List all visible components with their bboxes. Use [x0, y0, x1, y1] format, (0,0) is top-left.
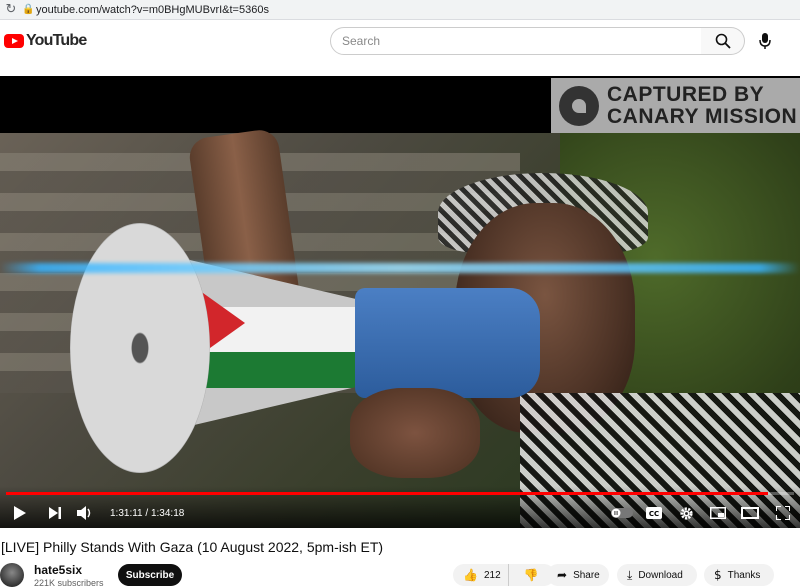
progress-bar[interactable]	[6, 492, 794, 495]
video-megaphone-bell	[70, 223, 210, 473]
youtube-logo-icon	[4, 34, 24, 48]
fullscreen-button[interactable]	[766, 500, 800, 526]
share-label: Share	[573, 569, 600, 581]
controls-row: 1:31:11 / 1:34:18 CC	[0, 500, 800, 526]
autoplay-toggle[interactable]	[606, 500, 638, 526]
mic-icon	[759, 33, 771, 49]
video-title: [LIVE] Philly Stands With Gaza (10 Augus…	[1, 539, 384, 555]
watermark-text: CAPTURED BY CANARY MISSION	[607, 82, 798, 128]
video-hand	[350, 388, 480, 478]
player-controls: 1:31:11 / 1:34:18 CC	[0, 486, 800, 528]
url-text[interactable]: youtube.com/watch?v=m0BHgMUBvrI&t=5360s	[36, 4, 269, 16]
settings-button[interactable]	[670, 500, 702, 526]
search-button[interactable]	[701, 27, 745, 55]
download-label: Download	[638, 569, 683, 581]
youtube-header: YouTube Search	[0, 20, 800, 76]
canary-mission-watermark: CAPTURED BY CANARY MISSION	[551, 78, 800, 133]
captions-button[interactable]: CC	[638, 500, 670, 526]
watermark-line2: CANARY MISSION	[607, 104, 798, 128]
thanks-icon: $	[714, 568, 722, 582]
share-icon: ➦	[557, 568, 568, 582]
video-light-streak	[0, 263, 800, 273]
video-frame[interactable]	[0, 127, 800, 528]
search-placeholder: Search	[342, 34, 381, 48]
volume-button[interactable]	[70, 500, 100, 526]
search-icon	[715, 33, 731, 49]
like-count: 212	[483, 569, 501, 581]
thanks-label: Thanks	[727, 569, 761, 581]
youtube-logo[interactable]: YouTube	[4, 32, 87, 50]
lock-icon[interactable]: 🔒	[22, 4, 36, 15]
progress-bar-fill	[6, 492, 768, 495]
canary-bird-icon	[559, 85, 599, 126]
miniplayer-button[interactable]	[702, 500, 734, 526]
video-player[interactable]: CAPTURED BY CANARY MISSION 1:31:11 / 1:3…	[0, 76, 800, 528]
theater-mode-icon	[741, 507, 759, 519]
autoplay-toggle-icon	[611, 508, 633, 518]
download-icon: ⤓	[627, 567, 633, 582]
play-button[interactable]	[0, 500, 40, 526]
thumbs-down-icon: 👎	[523, 568, 539, 582]
time-display: 1:31:11 / 1:34:18	[110, 507, 185, 519]
channel-name[interactable]: hate5six	[34, 563, 82, 577]
voice-search-button[interactable]	[752, 27, 778, 55]
subscriber-count: 221K subscribers	[34, 578, 104, 588]
volume-icon	[77, 506, 91, 520]
video-megaphone-handle	[355, 288, 540, 398]
captions-icon: CC	[646, 507, 662, 519]
youtube-logo-text: YouTube	[26, 32, 87, 49]
miniplayer-icon	[710, 507, 726, 519]
next-icon	[49, 507, 61, 519]
next-button[interactable]	[40, 500, 70, 526]
play-icon	[14, 506, 26, 520]
reload-icon[interactable]: ↻	[0, 2, 22, 17]
theater-mode-button[interactable]	[734, 500, 766, 526]
channel-avatar[interactable]	[0, 563, 24, 587]
channel-row: hate5six 221K subscribers Subscribe 👍 21…	[0, 563, 800, 588]
gear-icon	[679, 506, 693, 520]
browser-address-bar[interactable]: ↻ 🔒 youtube.com/watch?v=m0BHgMUBvrI&t=53…	[0, 0, 800, 20]
fullscreen-icon	[776, 506, 790, 520]
thumbs-up-icon: 👍	[463, 568, 478, 582]
search-input[interactable]: Search	[330, 27, 702, 55]
watermark-line1: CAPTURED BY	[607, 82, 765, 106]
svg-text:CC: CC	[649, 510, 659, 518]
